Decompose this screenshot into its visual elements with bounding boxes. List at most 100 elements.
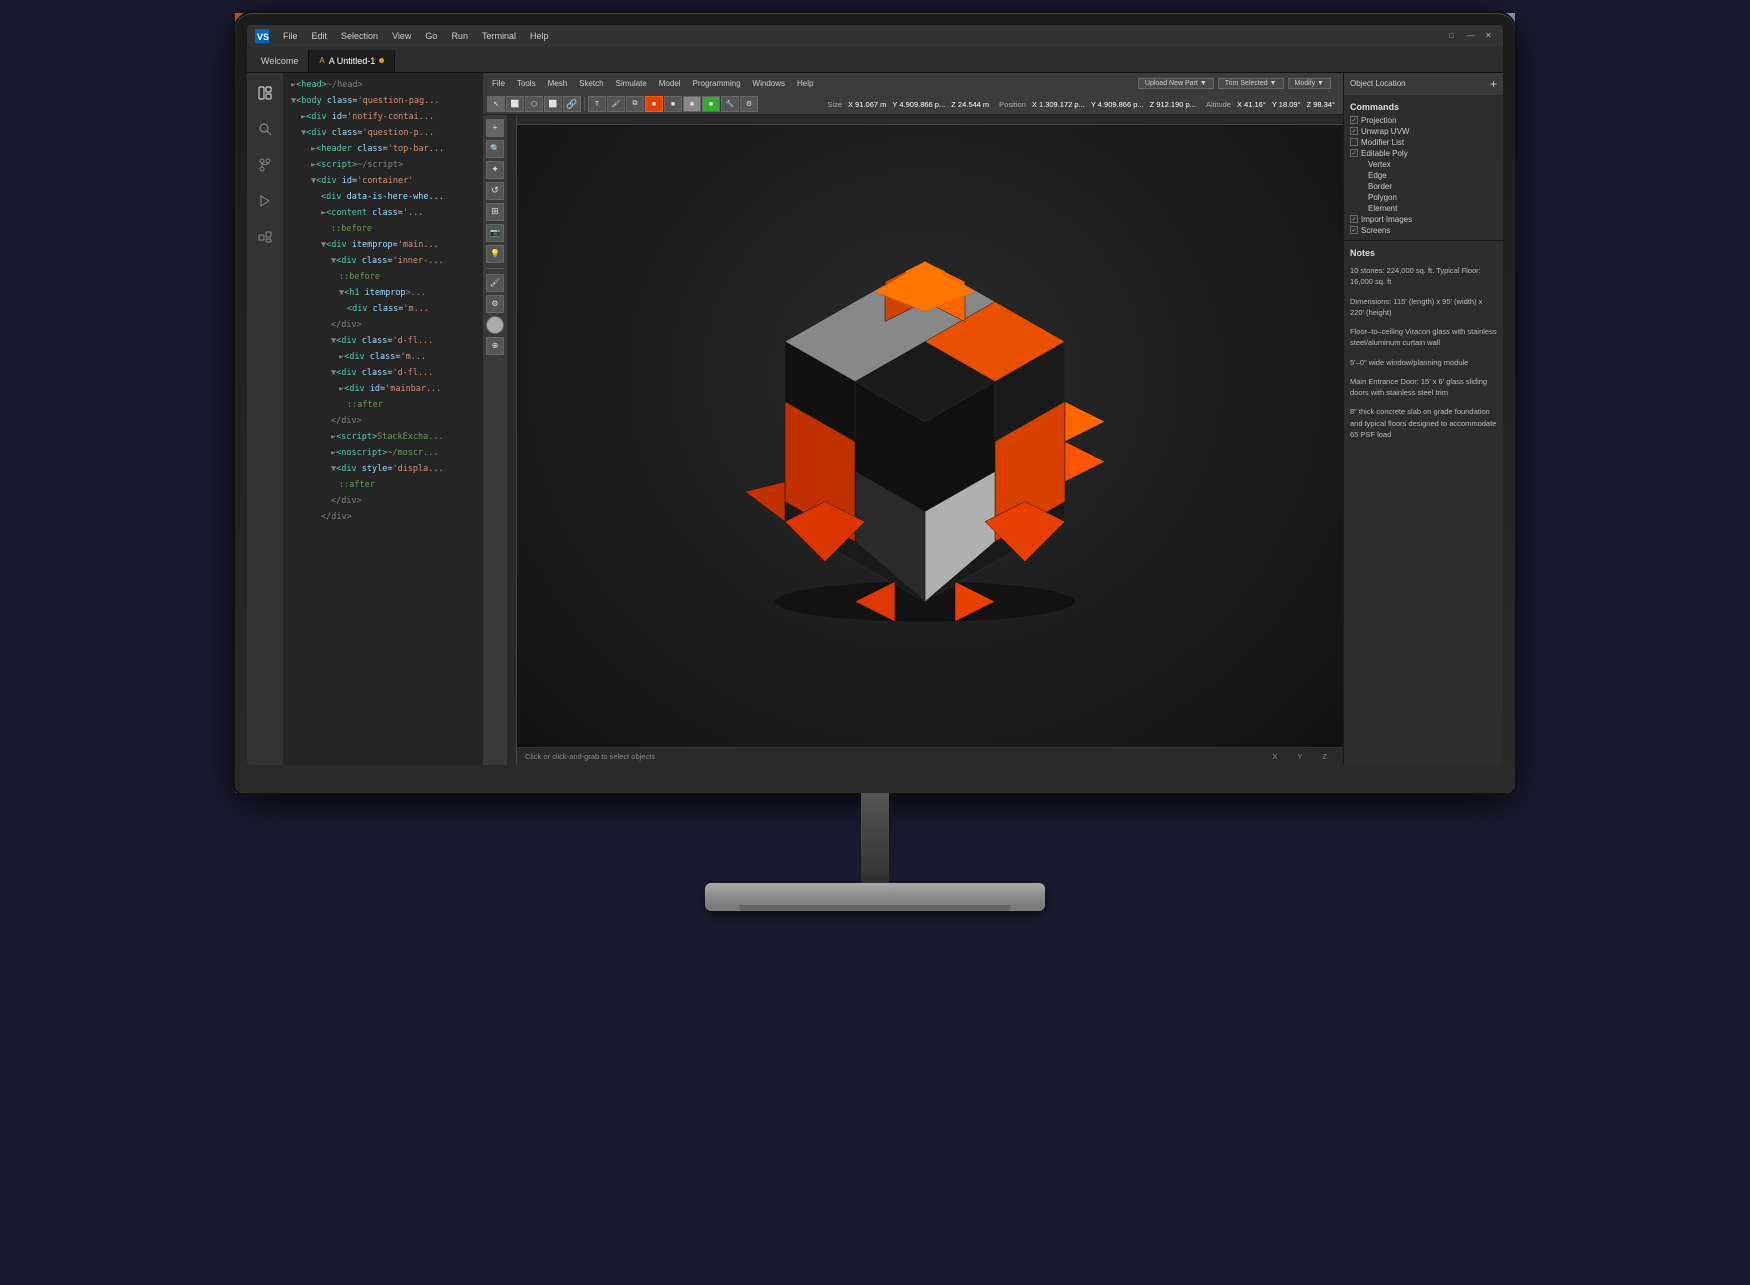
notes-para-5: 8" thick concrete slab on grade foundati… bbox=[1350, 406, 1497, 440]
screen: VS File Edit Selection View Go Run Termi… bbox=[247, 25, 1503, 765]
tool-color2[interactable]: ■ bbox=[664, 96, 682, 112]
vscode-logo-icon: VS bbox=[255, 29, 269, 43]
tool-left-snap[interactable]: ⊕ bbox=[486, 337, 504, 355]
main-area: ►<head>~/head> ▼<body class='question-pa… bbox=[247, 73, 1503, 765]
code-line-9: ►<content class='... bbox=[283, 205, 483, 221]
tool-link[interactable]: 🔗 bbox=[563, 96, 581, 112]
menu-selection[interactable]: Selection bbox=[335, 29, 384, 43]
code-line-13: ::before bbox=[283, 269, 483, 285]
max-area: File Tools Mesh Sketch Simulate Model Pr… bbox=[483, 73, 1343, 765]
activity-explorer[interactable] bbox=[251, 79, 279, 107]
ruler-horizontal bbox=[507, 115, 1343, 125]
monitor-bezel: VS File Edit Selection View Go Run Termi… bbox=[235, 13, 1515, 793]
max-menu-programming[interactable]: Programming bbox=[688, 77, 746, 90]
notes-section: Notes 10 stories: 224,000 sq. ft. Typica… bbox=[1344, 240, 1503, 765]
stand-base bbox=[705, 883, 1045, 911]
cmd-projection[interactable]: ✓ Projection bbox=[1350, 115, 1497, 126]
notes-title: Notes bbox=[1350, 247, 1497, 260]
commands-title: Commands bbox=[1350, 99, 1497, 115]
tool-color4[interactable]: ■ bbox=[702, 96, 720, 112]
activity-source-control[interactable] bbox=[251, 151, 279, 179]
menu-edit[interactable]: Edit bbox=[306, 29, 334, 43]
tool-paint[interactable]: 🖌 bbox=[607, 96, 625, 112]
activity-debug[interactable] bbox=[251, 187, 279, 215]
vscode-titlebar: VS File Edit Selection View Go Run Termi… bbox=[247, 25, 1503, 47]
tool-left-rotate[interactable]: ↺ bbox=[486, 182, 504, 200]
cmd-screens[interactable]: ✓ Screens bbox=[1350, 225, 1497, 236]
tool-color3[interactable]: ■ bbox=[683, 96, 701, 112]
tab-file-icon: A bbox=[319, 56, 324, 65]
tool-left-select[interactable]: + bbox=[486, 119, 504, 137]
cmd-uwv[interactable]: ✓ Unwrap UVW bbox=[1350, 126, 1497, 137]
activity-search[interactable] bbox=[251, 115, 279, 143]
code-line-21: ::after bbox=[283, 397, 483, 413]
tool-left-scale[interactable]: ⊞ bbox=[486, 203, 504, 221]
code-line-27: </div> bbox=[283, 493, 483, 509]
max-menu-tools[interactable]: Tools bbox=[512, 77, 541, 90]
menu-terminal[interactable]: Terminal bbox=[476, 29, 522, 43]
cmd-border[interactable]: Border bbox=[1350, 181, 1497, 192]
size-z: Z 24.544 m bbox=[951, 100, 989, 109]
cmd-import[interactable]: ✓ Import Images bbox=[1350, 214, 1497, 225]
menu-go[interactable]: Go bbox=[419, 29, 443, 43]
tool-color1[interactable]: ■ bbox=[645, 96, 663, 112]
tool-left-zoom[interactable]: 🔍 bbox=[486, 140, 504, 158]
max-menu-model[interactable]: Model bbox=[654, 77, 686, 90]
code-line-20: ►<div id='mainbar... bbox=[283, 381, 483, 397]
activity-extensions[interactable] bbox=[251, 223, 279, 251]
tool-left-move[interactable]: ✦ bbox=[486, 161, 504, 179]
cmd-edge[interactable]: Edge bbox=[1350, 170, 1497, 181]
tool-wrench[interactable]: 🔧 bbox=[721, 96, 739, 112]
right-panel: Object Location + Commands ✓ Projection bbox=[1343, 73, 1503, 765]
tool-align[interactable]: ⧉ bbox=[626, 96, 644, 112]
max-menu-help[interactable]: Help bbox=[792, 77, 818, 90]
tool-cursor[interactable]: ↖ bbox=[487, 96, 505, 112]
ruler-vertical bbox=[507, 115, 517, 765]
cmd-editable-poly[interactable]: ✓ Editable Poly bbox=[1350, 148, 1497, 159]
vscode-sidebar: ►<head>~/head> ▼<body class='question-pa… bbox=[283, 73, 483, 765]
activity-bar bbox=[247, 73, 283, 765]
alt-z: Z 98.34° bbox=[1307, 100, 1335, 109]
cmd-element[interactable]: Element bbox=[1350, 203, 1497, 214]
tool-left-light[interactable]: 💡 bbox=[486, 245, 504, 263]
tab-welcome[interactable]: Welcome bbox=[251, 50, 309, 72]
modify-btn[interactable]: Modify ▼ bbox=[1288, 78, 1332, 89]
code-line-1: ►<head>~/head> bbox=[283, 77, 483, 93]
max-menu-mesh[interactable]: Mesh bbox=[543, 77, 573, 90]
cmd-vertex[interactable]: Vertex bbox=[1350, 159, 1497, 170]
tool-left-camera[interactable]: 📷 bbox=[486, 224, 504, 242]
cmd-polygon[interactable]: Polygon bbox=[1350, 192, 1497, 203]
menu-view[interactable]: View bbox=[386, 29, 417, 43]
tool-extra[interactable]: ⚙ bbox=[740, 96, 758, 112]
max-menu-windows[interactable]: Windows bbox=[748, 77, 790, 90]
tab-untitled[interactable]: A A Untitled-1 bbox=[309, 50, 395, 72]
menu-file[interactable]: File bbox=[277, 29, 304, 43]
tool-text[interactable]: T bbox=[588, 96, 606, 112]
cmd-modifier[interactable]: Modifier List bbox=[1350, 137, 1497, 148]
code-line-19: ▼<div class='d-fl... bbox=[283, 365, 483, 381]
upload-btn[interactable]: Upload New Part ▼ bbox=[1138, 78, 1214, 89]
stand-neck bbox=[861, 793, 889, 883]
maximize-button[interactable]: □ bbox=[1449, 31, 1459, 41]
code-line-7: ▼<div id='container' bbox=[283, 173, 483, 189]
menu-help[interactable]: Help bbox=[524, 29, 555, 43]
close-button[interactable]: ✕ bbox=[1485, 31, 1495, 41]
viewport[interactable]: Click or click-and-grab to select object… bbox=[507, 115, 1343, 765]
pos-y: Y 4.909.866 p... bbox=[1091, 100, 1144, 109]
max-menu-simulate[interactable]: Simulate bbox=[611, 77, 652, 90]
trim-btn[interactable]: Trim Selected ▼ bbox=[1218, 78, 1284, 89]
size-y: Y 4.909.866 p... bbox=[892, 100, 945, 109]
tool-fence[interactable]: ⬜ bbox=[544, 96, 562, 112]
add-button[interactable]: + bbox=[1490, 77, 1497, 91]
tool-select[interactable]: ⬜ bbox=[506, 96, 524, 112]
max-menu-file[interactable]: File bbox=[487, 77, 510, 90]
code-line-26: ::after bbox=[283, 477, 483, 493]
code-line-5: ►<header class='top-bar... bbox=[283, 141, 483, 157]
menu-run[interactable]: Run bbox=[445, 29, 474, 43]
tool-left-circle[interactable] bbox=[486, 316, 504, 334]
minimize-button[interactable]: — bbox=[1467, 31, 1477, 41]
tool-left-extra[interactable]: ⚙ bbox=[486, 295, 504, 313]
tool-lasso[interactable]: ⬡ bbox=[525, 96, 543, 112]
max-menu-sketch[interactable]: Sketch bbox=[574, 77, 608, 90]
tool-left-paint[interactable]: 🖌 bbox=[486, 274, 504, 292]
